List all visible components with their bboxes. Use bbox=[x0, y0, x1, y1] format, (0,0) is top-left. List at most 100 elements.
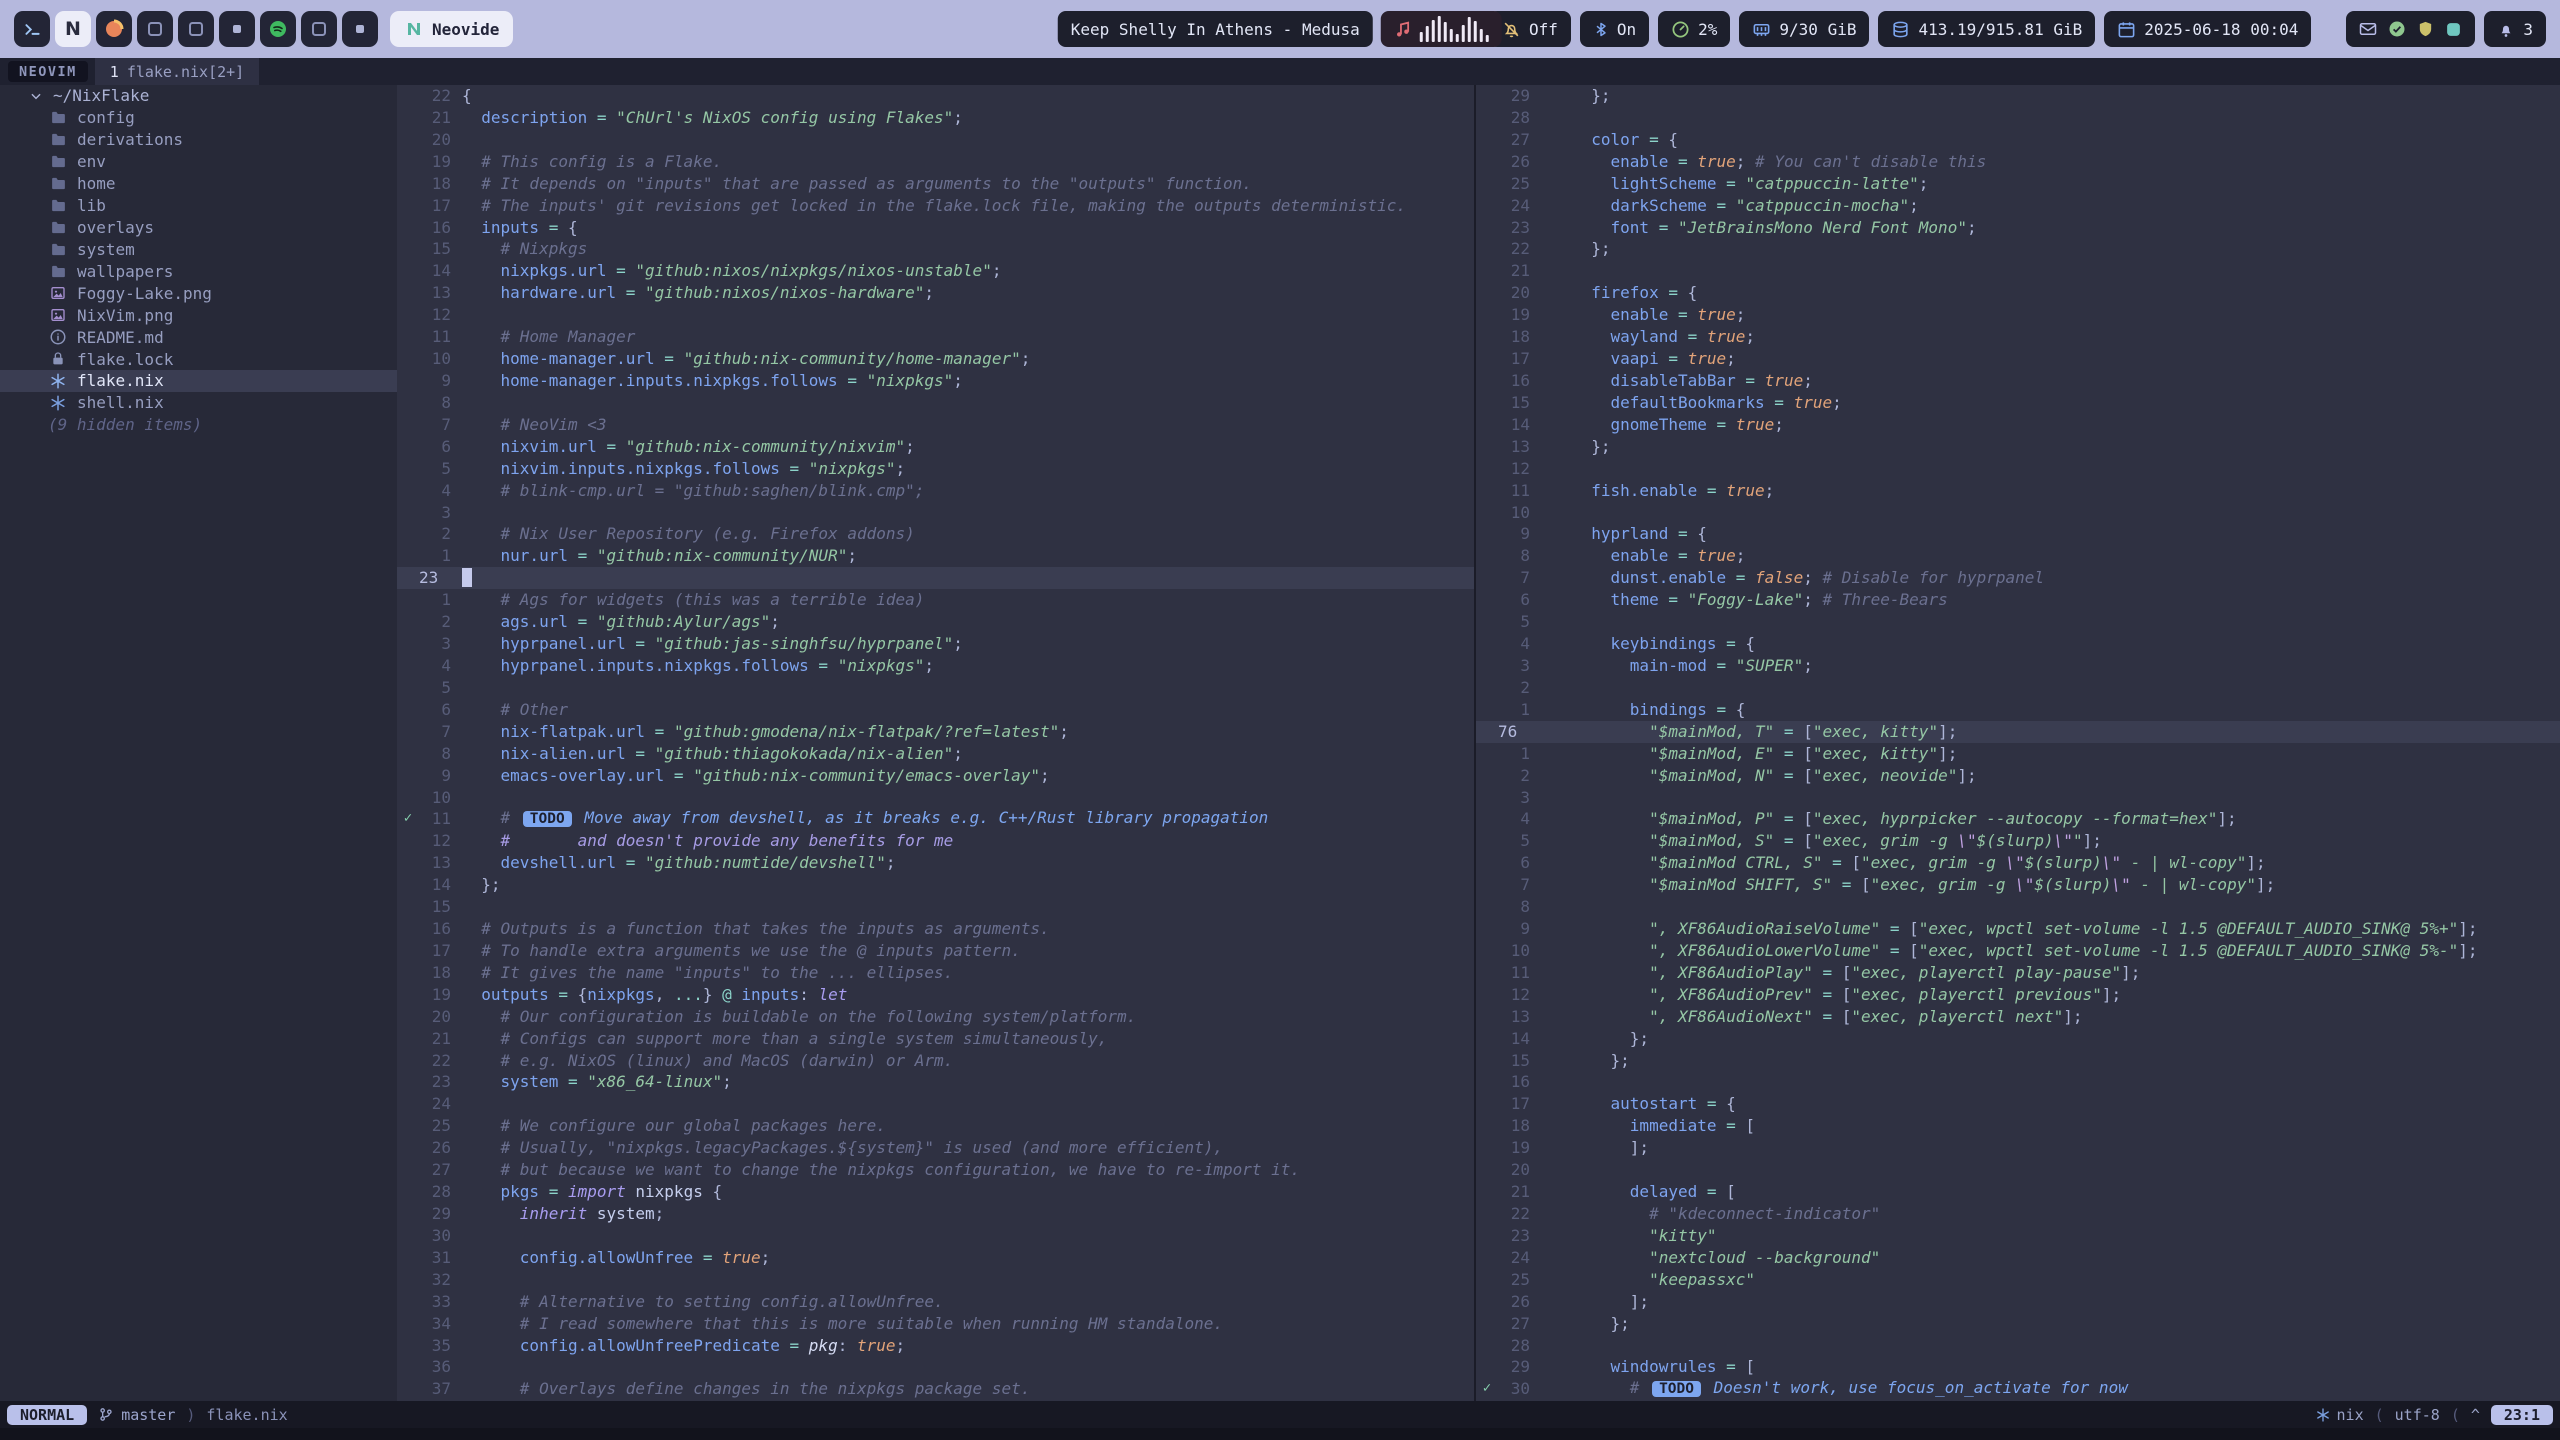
code-line[interactable]: 19 outputs = {nixpkgs, ...} @ inputs: le… bbox=[397, 984, 1474, 1006]
code-line[interactable]: 12 # and doesn't provide any benefits fo… bbox=[397, 830, 1474, 852]
code-line[interactable]: 11 # Home Manager bbox=[397, 326, 1474, 348]
code-line[interactable]: 24 "nextcloud --background" bbox=[1476, 1247, 2560, 1269]
code-line[interactable]: 25 lightScheme = "catppuccin-latte"; bbox=[1476, 173, 2560, 195]
tree-item-readme-md[interactable]: README.md bbox=[0, 326, 397, 348]
code-line[interactable]: 5 bbox=[397, 677, 1474, 699]
code-line[interactable]: 14 }; bbox=[397, 874, 1474, 896]
code-line[interactable]: 4 "$mainMod, P" = ["exec, hyprpicker --a… bbox=[1476, 808, 2560, 830]
disk-pill[interactable]: 413.19/915.81 GiB bbox=[1878, 11, 2095, 47]
code-line[interactable]: 26 ]; bbox=[1476, 1291, 2560, 1313]
workspace-6[interactable] bbox=[219, 11, 255, 47]
code-line[interactable]: 25 # We configure our global packages he… bbox=[397, 1115, 1474, 1137]
code-line[interactable]: 31 config.allowUnfree = true; bbox=[397, 1247, 1474, 1269]
code-line[interactable]: 8 bbox=[397, 392, 1474, 414]
code-line[interactable]: 13 ", XF86AudioNext" = ["exec, playerctl… bbox=[1476, 1006, 2560, 1028]
code-line[interactable]: 76 "$mainMod, T" = ["exec, kitty"]; bbox=[1476, 721, 2560, 743]
workspace-8[interactable] bbox=[301, 11, 337, 47]
tree-item-config[interactable]: config bbox=[0, 107, 397, 129]
code-line[interactable]: 30 bbox=[397, 1225, 1474, 1247]
code-line[interactable]: 13 }; bbox=[1476, 436, 2560, 458]
workspace-4[interactable] bbox=[137, 11, 173, 47]
code-line[interactable]: 5 nixvim.inputs.nixpkgs.follows = "nixpk… bbox=[397, 458, 1474, 480]
code-line[interactable]: 22 }; bbox=[1476, 238, 2560, 260]
code-line[interactable]: 16 # Outputs is a function that takes th… bbox=[397, 918, 1474, 940]
tree-item-system[interactable]: system bbox=[0, 238, 397, 260]
code-line[interactable]: 14 nixpkgs.url = "github:nixos/nixpkgs/n… bbox=[397, 260, 1474, 282]
code-line[interactable]: 20 bbox=[397, 129, 1474, 151]
code-line[interactable]: 32 bbox=[397, 1269, 1474, 1291]
code-line[interactable]: 29 windowrules = [ bbox=[1476, 1356, 2560, 1378]
tree-item-env[interactable]: env bbox=[0, 151, 397, 173]
code-line[interactable]: 14 gnomeTheme = true; bbox=[1476, 414, 2560, 436]
code-line[interactable]: 2 # Nix User Repository (e.g. Firefox ad… bbox=[397, 523, 1474, 545]
code-line[interactable]: 29 }; bbox=[1476, 85, 2560, 107]
code-line[interactable]: 16 bbox=[1476, 1071, 2560, 1093]
code-line[interactable]: 2 ags.url = "github:Aylur/ags"; bbox=[397, 611, 1474, 633]
code-line[interactable]: 23 "kitty" bbox=[1476, 1225, 2560, 1247]
code-line[interactable]: 6 nixvim.url = "github:nix-community/nix… bbox=[397, 436, 1474, 458]
code-line[interactable]: 16 inputs = { bbox=[397, 217, 1474, 239]
code-line[interactable]: 18 wayland = true; bbox=[1476, 326, 2560, 348]
code-line[interactable]: 28 bbox=[1476, 107, 2560, 129]
code-line[interactable]: 19 enable = true; bbox=[1476, 304, 2560, 326]
workspace-spotify[interactable] bbox=[260, 11, 296, 47]
code-line[interactable]: 1 nur.url = "github:nix-community/NUR"; bbox=[397, 545, 1474, 567]
code-line[interactable]: 12 ", XF86AudioPrev" = ["exec, playerctl… bbox=[1476, 984, 2560, 1006]
workspace-firefox[interactable] bbox=[96, 11, 132, 47]
code-line[interactable]: 21 # Configs can support more than a sin… bbox=[397, 1028, 1474, 1050]
code-line[interactable]: 24 darkScheme = "catppuccin-mocha"; bbox=[1476, 195, 2560, 217]
now-playing-pill[interactable]: Keep Shelly In Athens - Medusa bbox=[1058, 11, 1373, 47]
tree-item-nixvim-png[interactable]: NixVim.png bbox=[0, 304, 397, 326]
code-line[interactable]: 17 vaapi = true; bbox=[1476, 348, 2560, 370]
code-line[interactable]: 21 delayed = [ bbox=[1476, 1181, 2560, 1203]
code-line[interactable]: 21 description = "ChUrl's NixOS config u… bbox=[397, 107, 1474, 129]
code-line[interactable]: 10 home-manager.url = "github:nix-commun… bbox=[397, 348, 1474, 370]
media-visualizer-pill[interactable] bbox=[1381, 11, 1503, 47]
code-line[interactable]: 10 bbox=[1476, 502, 2560, 524]
workspace-neovim[interactable]: N bbox=[55, 11, 91, 47]
code-line[interactable]: 8 nix-alien.url = "github:thiagokokada/n… bbox=[397, 743, 1474, 765]
code-line[interactable]: 23 font = "JetBrainsMono Nerd Font Mono"… bbox=[1476, 217, 2560, 239]
code-line[interactable]: 3 main-mod = "SUPER"; bbox=[1476, 655, 2560, 677]
code-line[interactable]: 13 hardware.url = "github:nixos/nixos-ha… bbox=[397, 282, 1474, 304]
memory-pill[interactable]: 9/30 GiB bbox=[1739, 11, 1869, 47]
code-line[interactable]: 23 system = "x86_64-linux"; bbox=[397, 1071, 1474, 1093]
code-line[interactable]: 5 bbox=[1476, 611, 2560, 633]
code-line[interactable]: 3 bbox=[397, 502, 1474, 524]
code-line[interactable]: 15 }; bbox=[1476, 1050, 2560, 1072]
code-line[interactable]: 9 emacs-overlay.url = "github:nix-commun… bbox=[397, 765, 1474, 787]
code-line[interactable]: 26 # Usually, "nixpkgs.legacyPackages.${… bbox=[397, 1137, 1474, 1159]
tree-item--nixflake[interactable]: ~/NixFlake bbox=[0, 85, 397, 107]
tree-item-shell-nix[interactable]: shell.nix bbox=[0, 392, 397, 414]
code-line[interactable]: 15 defaultBookmarks = true; bbox=[1476, 392, 2560, 414]
code-line[interactable]: 22 # "kdeconnect-indicator" bbox=[1476, 1203, 2560, 1225]
code-line[interactable]: 2 "$mainMod, N" = ["exec, neovide"]; bbox=[1476, 765, 2560, 787]
tree-item-derivations[interactable]: derivations bbox=[0, 129, 397, 151]
code-line[interactable]: 10 ", XF86AudioLowerVolume" = ["exec, wp… bbox=[1476, 940, 2560, 962]
code-line[interactable]: 15 # Nixpkgs bbox=[397, 238, 1474, 260]
code-line[interactable]: 35 config.allowUnfreePredicate = pkg: tr… bbox=[397, 1335, 1474, 1357]
code-line[interactable]: 20 # Our configuration is buildable on t… bbox=[397, 1006, 1474, 1028]
tree-item-flake-lock[interactable]: flake.lock bbox=[0, 348, 397, 370]
check-circle-icon[interactable] bbox=[2388, 20, 2406, 38]
code-line[interactable]: 13 devshell.url = "github:numtide/devshe… bbox=[397, 852, 1474, 874]
tree-item-overlays[interactable]: overlays bbox=[0, 217, 397, 239]
code-line[interactable]: 37 # Overlays define changes in the nixp… bbox=[397, 1378, 1474, 1400]
code-line[interactable]: 7 dunst.enable = false; # Disable for hy… bbox=[1476, 567, 2560, 589]
code-line[interactable]: 7 nix-flatpak.url = "github:gmodena/nix-… bbox=[397, 721, 1474, 743]
tree-item-wallpapers[interactable]: wallpapers bbox=[0, 260, 397, 282]
code-line[interactable]: 9 home-manager.inputs.nixpkgs.follows = … bbox=[397, 370, 1474, 392]
workspace-5[interactable] bbox=[178, 11, 214, 47]
code-line[interactable]: 26 enable = true; # You can't disable th… bbox=[1476, 151, 2560, 173]
code-line[interactable]: 9 hyprland = { bbox=[1476, 523, 2560, 545]
code-line[interactable]: 28 bbox=[1476, 1335, 2560, 1357]
code-line[interactable]: 12 bbox=[397, 304, 1474, 326]
code-line[interactable]: 17 # The inputs' git revisions get locke… bbox=[397, 195, 1474, 217]
tab-flake-nix[interactable]: 1 flake.nix[2+] bbox=[95, 58, 259, 85]
bluetooth-pill[interactable]: On bbox=[1580, 11, 1649, 47]
code-line[interactable]: 19 # This config is a Flake. bbox=[397, 151, 1474, 173]
code-line[interactable]: 1 bindings = { bbox=[1476, 699, 2560, 721]
code-line[interactable]: 29 inherit system; bbox=[397, 1203, 1474, 1225]
code-line[interactable]: 27 }; bbox=[1476, 1313, 2560, 1335]
code-line[interactable]: 3 hyprpanel.url = "github:jas-singhfsu/h… bbox=[397, 633, 1474, 655]
